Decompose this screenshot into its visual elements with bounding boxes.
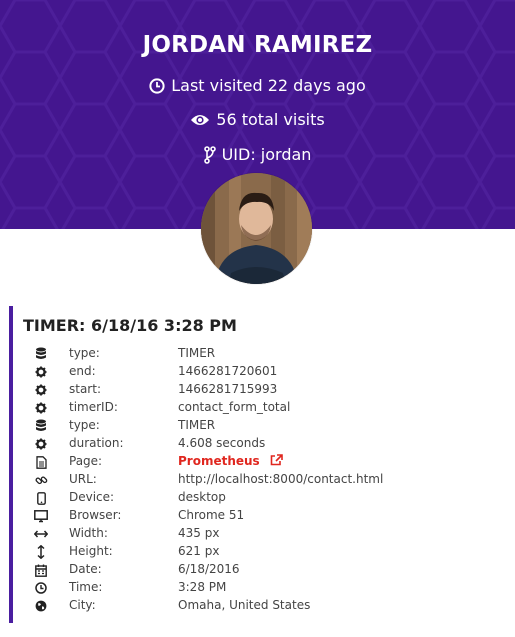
detail-key: Time: (69, 580, 103, 594)
detail-row-date: Date: 6/18/2016 (13, 561, 513, 579)
detail-key: Device: (69, 490, 115, 504)
clock-icon (149, 77, 165, 94)
detail-row-browser: Browser: Chrome 51 (13, 507, 513, 525)
detail-key: end: (69, 364, 96, 378)
last-visited: Last visited 22 days ago (0, 76, 515, 95)
detail-row-url: URL: http://localhost:8000/contact.html (13, 471, 513, 489)
detail-row-timerid: timerID: contact_form_total (13, 399, 513, 417)
detail-row-start: start: 1466281715993 (13, 381, 513, 399)
detail-value: Omaha, United States (178, 598, 311, 612)
mobile-icon (34, 491, 48, 505)
detail-key: duration: (69, 436, 124, 450)
gear-icon (34, 437, 48, 451)
arrows-horizontal-icon (34, 527, 48, 541)
event-card: TIMER: 6/18/16 3:28 PM type: TIMER end: … (9, 306, 513, 623)
detail-value: 4.608 seconds (178, 436, 266, 450)
detail-value: TIMER (178, 346, 216, 360)
detail-row-height: Height: 621 px (13, 543, 513, 561)
detail-row-width: Width: 435 px (13, 525, 513, 543)
database-icon (34, 347, 48, 361)
detail-row-duration: duration: 4.608 seconds (13, 435, 513, 453)
detail-value: desktop (178, 490, 226, 504)
detail-value: 6/18/2016 (178, 562, 240, 576)
user-id: UID: jordan (0, 145, 515, 164)
link-icon (34, 473, 48, 487)
detail-key: type: (69, 346, 100, 360)
globe-icon (34, 599, 48, 613)
avatar (201, 173, 312, 284)
total-visits: 56 total visits (0, 110, 515, 129)
detail-row-device: Device: desktop (13, 489, 513, 507)
arrows-vertical-icon (34, 545, 48, 559)
external-link-icon[interactable] (270, 454, 283, 466)
detail-key: Height: (69, 544, 113, 558)
detail-value: 435 px (178, 526, 220, 540)
file-icon (34, 455, 48, 469)
last-visited-text: Last visited 22 days ago (171, 76, 366, 95)
detail-row-type: type: TIMER (13, 345, 513, 363)
detail-value: 3:28 PM (178, 580, 227, 594)
detail-key: Width: (69, 526, 108, 540)
gear-icon (34, 365, 48, 379)
profile-name: JORDAN RAMIREZ (142, 32, 373, 58)
eye-icon (191, 114, 210, 125)
detail-value: 621 px (178, 544, 220, 558)
detail-key: start: (69, 382, 101, 396)
code-fork-icon (203, 145, 216, 164)
detail-key: Page: (69, 454, 103, 468)
gear-icon (34, 383, 48, 397)
detail-key: type: (69, 418, 100, 432)
detail-row-city: City: Omaha, United States (13, 597, 513, 615)
detail-key: City: (69, 598, 96, 612)
calendar-icon (34, 563, 48, 577)
event-details: type: TIMER end: 1466281720601 start: 14… (13, 345, 513, 615)
detail-key: timerID: (69, 400, 118, 414)
detail-key: URL: (69, 472, 97, 486)
user-id-text: UID: jordan (221, 145, 312, 164)
detail-row-type-2: type: TIMER (13, 417, 513, 435)
detail-value: Chrome 51 (178, 508, 245, 522)
detail-row-end: end: 1466281720601 (13, 363, 513, 381)
monitor-icon (34, 509, 48, 523)
detail-row-page: Page: Prometheus (13, 453, 513, 471)
detail-value: 1466281720601 (178, 364, 278, 378)
event-title: TIMER: 6/18/16 3:28 PM (23, 316, 237, 335)
detail-value: contact_form_total (178, 400, 291, 414)
total-visits-text: 56 total visits (216, 110, 325, 129)
detail-key: Browser: (69, 508, 122, 522)
gear-icon (34, 401, 48, 415)
detail-value: 1466281715993 (178, 382, 278, 396)
detail-value: TIMER (178, 418, 216, 432)
clock-icon (34, 581, 48, 595)
database-icon (34, 419, 48, 433)
detail-value: Prometheus (178, 454, 283, 468)
detail-value: http://localhost:8000/contact.html (178, 472, 384, 486)
detail-row-time: Time: 3:28 PM (13, 579, 513, 597)
page-link[interactable]: Prometheus (178, 454, 260, 468)
detail-key: Date: (69, 562, 102, 576)
avatar-photo (201, 173, 312, 284)
